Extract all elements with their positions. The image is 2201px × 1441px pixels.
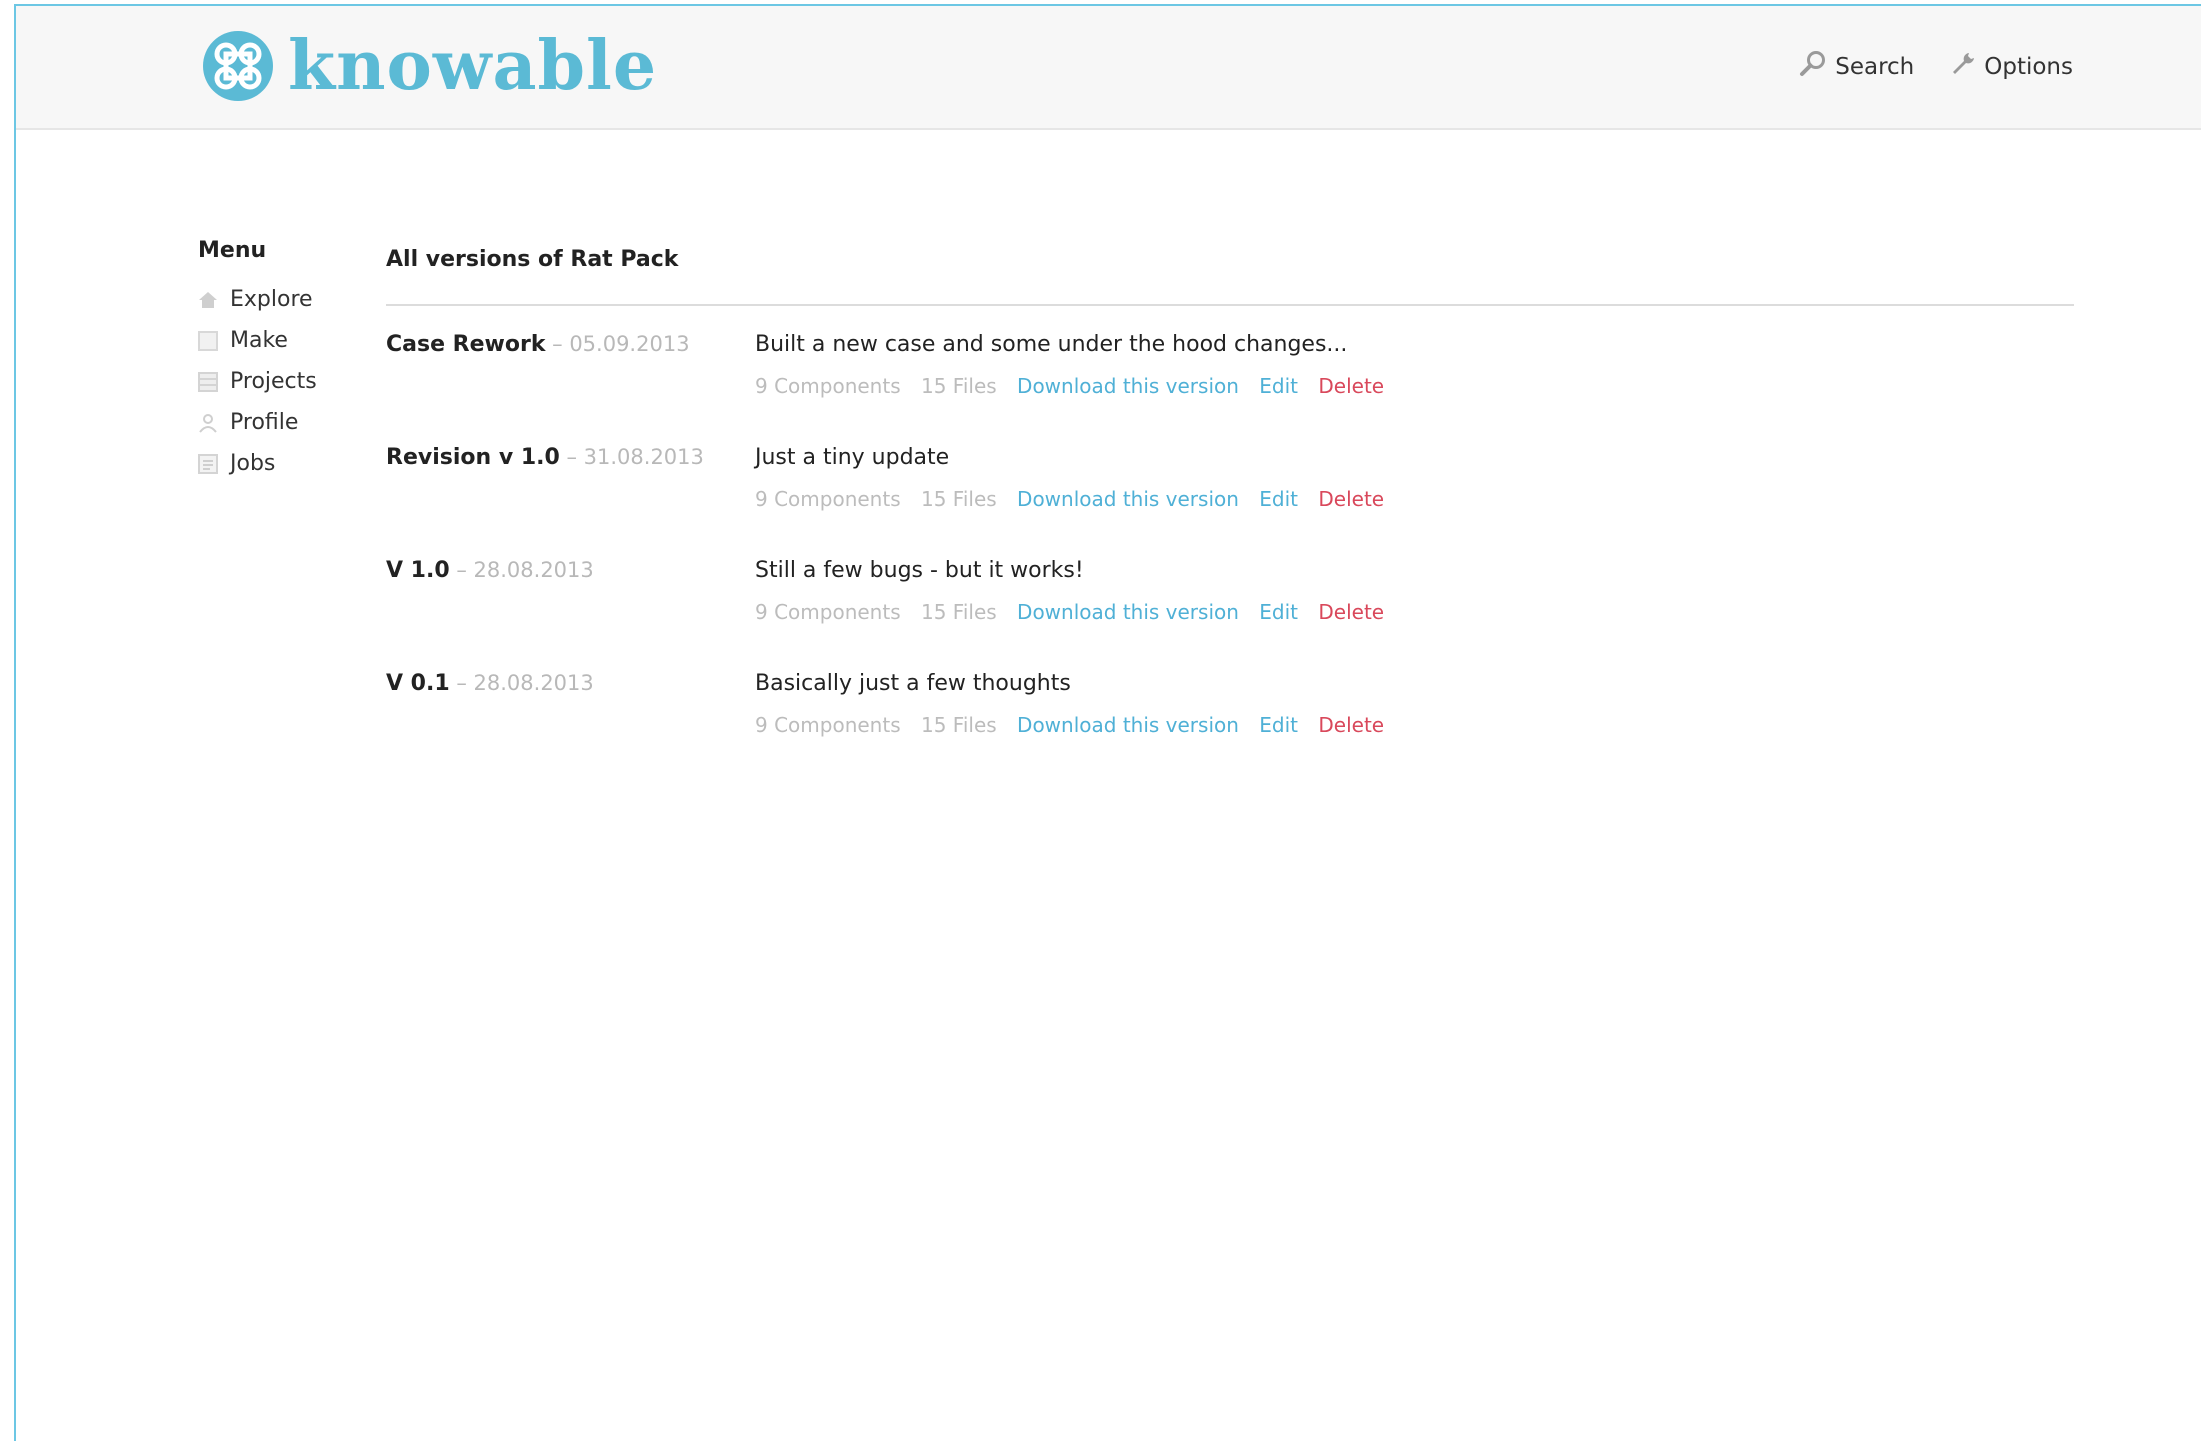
components-count: 9 Components [755,713,901,737]
files-count: 15 Files [920,713,997,737]
version-heading: V 0.1 – 28.08.2013 [386,671,594,696]
version-row: V 0.1 – 28.08.2013 Basically just a few … [386,671,2074,784]
files-count: 15 Files [920,374,997,398]
logo[interactable]: knowable [202,26,657,106]
version-meta: 9 Components 15 Files Download this vers… [755,487,1398,511]
version-row: Case Rework – 05.09.2013 Built a new cas… [386,332,2074,445]
sidebar-menu: Menu Explore Make Projects Profile Jobs [198,238,317,484]
version-description: Still a few bugs - but it works! [755,558,1084,583]
sidebar-item-label: Make [230,328,288,353]
version-description: Just a tiny update [755,445,950,470]
version-details: Just a tiny update 9 Components 15 Files… [755,445,1398,511]
version-separator: – [449,558,474,582]
search-icon [1799,50,1835,84]
download-version-link[interactable]: Download this version [1017,600,1239,624]
version-row: V 1.0 – 28.08.2013 Still a few bugs - bu… [386,558,2074,671]
download-version-link[interactable]: Download this version [1017,487,1239,511]
sidebar-item-explore[interactable]: Explore [198,279,317,320]
user-icon [198,413,218,433]
menu-title: Menu [198,238,267,263]
download-version-link[interactable]: Download this version [1017,713,1239,737]
version-meta: 9 Components 15 Files Download this vers… [755,713,1398,737]
top-nav: Search Options [1799,50,2073,84]
files-count: 15 Files [920,487,997,511]
delete-link[interactable]: Delete [1318,600,1384,624]
version-name: V 0.1 [386,671,450,696]
delete-link[interactable]: Delete [1318,487,1384,511]
list-icon [198,453,218,474]
sidebar-item-profile[interactable]: Profile [198,402,317,443]
logo-wordmark: knowable [288,26,658,106]
version-row: Revision v 1.0 – 31.08.2013 Just a tiny … [386,445,2074,558]
version-heading: Revision v 1.0 – 31.08.2013 [386,445,704,470]
edit-link[interactable]: Edit [1259,600,1298,624]
edit-link[interactable]: Edit [1259,713,1298,737]
components-count: 9 Components [755,374,901,398]
version-list: Case Rework – 05.09.2013 Built a new cas… [386,332,2074,784]
version-description: Built a new case and some under the hood… [755,332,1348,357]
version-name: V 1.0 [386,558,450,583]
version-separator: – [559,445,584,469]
sidebar-item-projects[interactable]: Projects [198,361,317,402]
square-icon [198,330,218,351]
options-label: Options [1984,54,2073,80]
version-date: 31.08.2013 [583,445,704,469]
version-date: 28.08.2013 [473,558,594,582]
version-description: Basically just a few thoughts [755,671,1071,696]
edit-link[interactable]: Edit [1259,374,1298,398]
header-bar: knowable Search Options [16,6,2201,130]
download-version-link[interactable]: Download this version [1017,374,1239,398]
version-meta: 9 Components 15 Files Download this vers… [755,374,1398,398]
version-details: Built a new case and some under the hood… [755,332,1398,398]
version-heading: V 1.0 – 28.08.2013 [386,558,594,583]
search-button[interactable]: Search [1799,50,1914,84]
options-button[interactable]: Options [1950,51,2073,83]
sidebar-item-label: Profile [230,410,299,435]
sidebar-item-label: Projects [230,369,317,394]
home-icon [198,290,218,310]
version-separator: – [545,332,570,356]
version-date: 28.08.2013 [473,671,594,695]
search-label: Search [1835,54,1915,80]
version-date: 05.09.2013 [569,332,690,356]
sidebar-item-label: Explore [230,287,313,312]
files-count: 15 Files [920,600,997,624]
version-meta: 9 Components 15 Files Download this vers… [755,600,1398,624]
version-name: Case Rework [386,332,546,357]
grid-icon [198,371,218,392]
components-count: 9 Components [755,487,901,511]
page-title: All versions of Rat Pack [386,247,679,272]
edit-link[interactable]: Edit [1259,487,1298,511]
version-details: Basically just a few thoughts 9 Componen… [755,671,1398,737]
main-content: All versions of Rat Pack Case Rework – 0… [386,238,2074,784]
version-separator: – [449,671,474,695]
sidebar-item-jobs[interactable]: Jobs [198,443,317,484]
delete-link[interactable]: Delete [1318,713,1384,737]
version-name: Revision v 1.0 [386,445,560,470]
sidebar-item-label: Jobs [230,451,276,476]
delete-link[interactable]: Delete [1318,374,1384,398]
components-count: 9 Components [755,600,901,624]
wrench-icon [1950,51,1984,83]
version-heading: Case Rework – 05.09.2013 [386,332,690,357]
version-details: Still a few bugs - but it works! 9 Compo… [755,558,1398,624]
sidebar-item-make[interactable]: Make [198,320,317,361]
knot-logo-icon [202,30,274,102]
divider [386,304,2074,306]
